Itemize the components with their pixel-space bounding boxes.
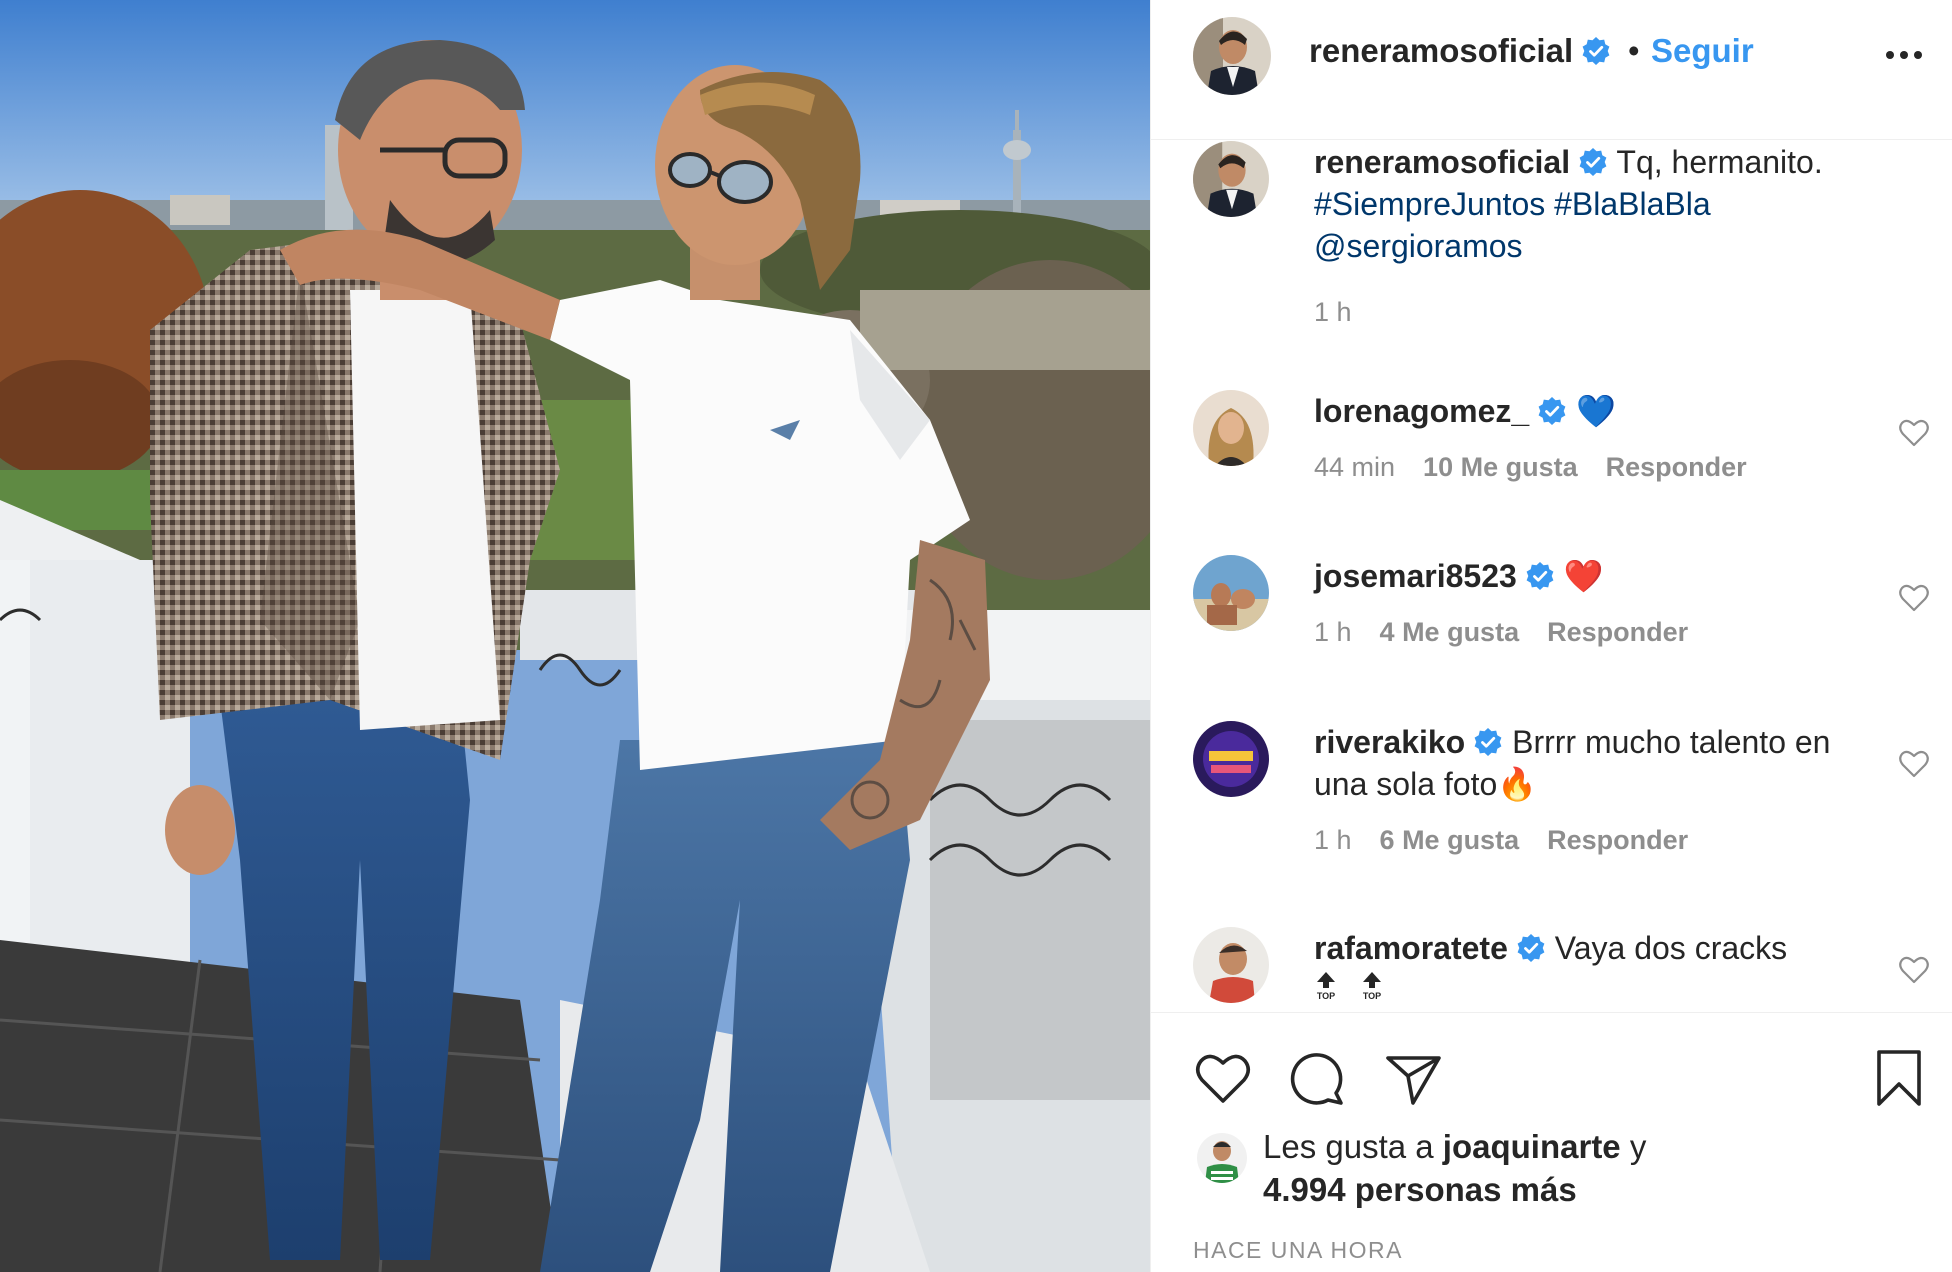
likes-prefix: Les gusta a	[1263, 1128, 1434, 1165]
commenter-avatar[interactable]	[1193, 721, 1269, 797]
likes-suffix: y	[1629, 1128, 1647, 1165]
verified-badge-icon	[1516, 933, 1546, 963]
caption-username[interactable]: reneramosoficial	[1314, 144, 1570, 180]
verified-badge-icon	[1537, 396, 1567, 426]
header-separator: •	[1628, 32, 1640, 69]
comment-meta: 1 h 4 Me gusta Responder	[1314, 617, 1716, 648]
post-actions: Les gusta a joaquinarte y 4.994 personas…	[1151, 1012, 1952, 1272]
top-emoji-label: TOP	[1363, 991, 1381, 1001]
comment-username[interactable]: josemari8523	[1314, 558, 1517, 594]
commenter-avatar[interactable]	[1193, 555, 1269, 631]
verified-badge-icon	[1578, 147, 1608, 177]
follow-button[interactable]: Seguir	[1651, 32, 1754, 70]
comment-bubble-icon[interactable]	[1287, 1048, 1347, 1108]
verified-badge-icon	[1581, 36, 1611, 66]
comment-time[interactable]: 1 h	[1314, 617, 1352, 647]
comment-time[interactable]: 44 min	[1314, 452, 1395, 482]
caption-text: Tq, hermanito.	[1616, 144, 1823, 180]
save-bookmark-icon[interactable]	[1869, 1048, 1929, 1108]
author-username-text[interactable]: reneramosoficial	[1309, 32, 1573, 69]
share-paper-plane-icon[interactable]	[1383, 1048, 1443, 1108]
comment-likes[interactable]: 6 Me gusta	[1380, 825, 1520, 855]
comment-likes[interactable]: 4 Me gusta	[1380, 617, 1520, 647]
comment-text: ❤️	[1563, 558, 1604, 594]
top-emoji-label: TOP	[1317, 991, 1335, 1001]
commenter-avatar[interactable]	[1193, 390, 1269, 466]
comment-username[interactable]: riverakiko	[1314, 724, 1465, 760]
caption-author-avatar[interactable]	[1193, 141, 1269, 217]
comment-body: rafamoratete Vaya dos cracks	[1314, 927, 1874, 969]
liker-username[interactable]: joaquinarte	[1443, 1128, 1621, 1165]
comment-username[interactable]: lorenagomez_	[1314, 393, 1529, 429]
caption-hashtags[interactable]: #SiempreJuntos #BlaBlaBla	[1314, 186, 1711, 222]
likes-count[interactable]: 4.994 personas más	[1263, 1171, 1577, 1208]
top-arrow-emoji-icon: TOP	[1360, 971, 1384, 1001]
author-username[interactable]: reneramosoficial	[1309, 32, 1611, 70]
comment-text: 💙	[1576, 393, 1616, 429]
post-photo[interactable]	[0, 0, 1150, 1272]
comment-time[interactable]: 1 h	[1314, 825, 1352, 855]
verified-badge-icon	[1525, 561, 1555, 591]
caption-meta: 1 h	[1314, 297, 1380, 328]
comment-text: Vaya dos cracks	[1554, 930, 1788, 966]
post-timestamp[interactable]: Hace una hora	[1193, 1237, 1403, 1264]
more-options-icon[interactable]	[1881, 40, 1927, 70]
like-heart-icon[interactable]	[1193, 1048, 1253, 1108]
comment-meta: 44 min 10 Me gusta Responder	[1314, 452, 1775, 483]
top-emoji-row: TOP TOP	[1314, 971, 1384, 1001]
liker-avatar[interactable]	[1197, 1133, 1247, 1183]
comment-body: riverakiko Brrrr mucho talento en una so…	[1314, 721, 1874, 805]
like-comment-heart-icon[interactable]	[1898, 955, 1930, 985]
post-header: reneramosoficial • Seguir	[1151, 0, 1952, 140]
caption-mention[interactable]: @sergioramos	[1314, 228, 1523, 264]
top-arrow-emoji-icon: TOP	[1314, 971, 1338, 1001]
commenter-avatar[interactable]	[1193, 927, 1269, 1003]
reply-button[interactable]: Responder	[1606, 452, 1747, 482]
comment-likes[interactable]: 10 Me gusta	[1423, 452, 1578, 482]
reply-button[interactable]: Responder	[1547, 825, 1688, 855]
post-panel: reneramosoficial • Seguir reneramosofici…	[1150, 0, 1952, 1272]
caption-time[interactable]: 1 h	[1314, 297, 1352, 327]
like-comment-heart-icon[interactable]	[1898, 583, 1930, 613]
reply-button[interactable]: Responder	[1547, 617, 1688, 647]
likes-summary: Les gusta a joaquinarte y 4.994 personas…	[1263, 1125, 1923, 1211]
comments-list[interactable]: reneramosoficial Tq, hermanito. #Siempre…	[1151, 141, 1952, 1011]
like-comment-heart-icon[interactable]	[1898, 749, 1930, 779]
caption-body: reneramosoficial Tq, hermanito. #Siempre…	[1314, 141, 1874, 267]
comment-body: lorenagomez_ 💙	[1314, 390, 1874, 432]
comment-username[interactable]: rafamoratete	[1314, 930, 1508, 966]
author-avatar[interactable]	[1193, 17, 1271, 95]
post-image	[0, 0, 1150, 1272]
verified-badge-icon	[1473, 727, 1503, 757]
comment-meta: 1 h 6 Me gusta Responder	[1314, 825, 1716, 856]
comment-body: josemari8523 ❤️	[1314, 555, 1874, 597]
like-comment-heart-icon[interactable]	[1898, 418, 1930, 448]
